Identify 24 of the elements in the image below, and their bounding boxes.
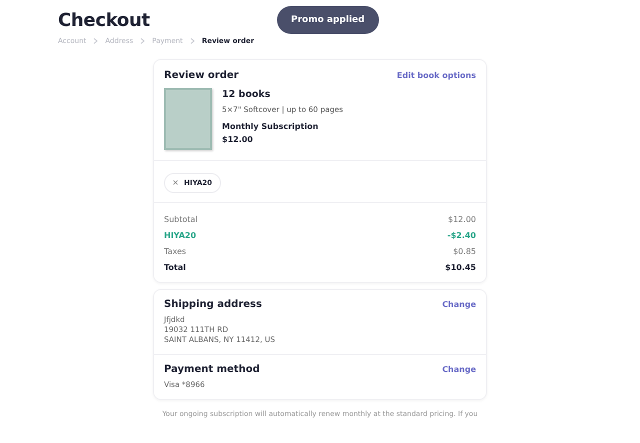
total-value: $12.00 [448,214,476,224]
total-label: Taxes [164,246,186,256]
change-link[interactable]: Change [442,300,476,308]
section-title: Shipping address [164,298,262,310]
photo-placeholder [164,88,212,150]
chevron-right-icon [190,38,195,44]
plan-price: $12.00 [222,135,254,144]
chevron-right-icon [140,38,146,44]
promo-toast: Promo applied [277,6,379,34]
total-value: $0.85 [453,246,476,256]
total-value: $10.45 [445,262,476,272]
total-label: HIYA20 [164,230,196,240]
close-icon[interactable] [173,180,178,185]
total-value: -$2.40 [447,230,476,240]
section-title: Review order [164,70,239,81]
total-label: Subtotal [164,214,198,224]
page-title: Checkout [58,10,151,31]
edit-link[interactable]: Edit book options [396,71,476,80]
product-name: 12 books [222,89,272,100]
change-link[interactable]: Change [442,364,476,374]
total-label: Total [164,262,186,272]
chevron-right-icon [93,38,98,44]
plan-name: Monthly Subscription [222,122,320,131]
section-title: Payment method [164,364,260,374]
